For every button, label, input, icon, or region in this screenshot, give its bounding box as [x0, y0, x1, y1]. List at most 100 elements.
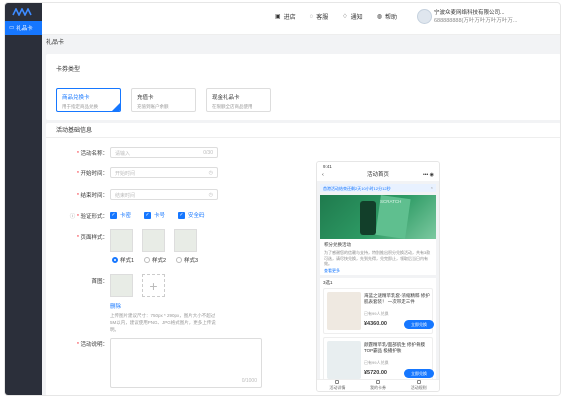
sidebar-item-label: 礼品卡 [16, 26, 33, 32]
nav-store[interactable]: ▣ 进店 [275, 12, 296, 21]
section-title: 3选1 [323, 280, 333, 285]
tab-my-cards: 我的卡券 [370, 380, 386, 391]
card-type-option-desc: 用于指定商品兑换 [62, 104, 98, 109]
style-radio-1[interactable]: 样式1 [112, 256, 134, 264]
activity-title: 活动基础信息 [56, 128, 93, 134]
phone-preview: 9:41 ‹ 活动首页 ••• ◉ 首港活动结束还剩2天10小时12分12秒 ×… [316, 161, 440, 392]
info-more: 查看更多 [324, 267, 340, 273]
verify-checkbox-security-code[interactable]: ✓ 安全码 [178, 211, 205, 219]
card-icon [375, 380, 380, 384]
check-icon: ✓ [178, 211, 185, 219]
phone-title: 活动首页 [366, 172, 389, 178]
style-radio-3[interactable]: 样式3 [176, 256, 198, 264]
verify-checkbox-card-secret[interactable]: ✓ 卡密 [110, 211, 131, 219]
account-info[interactable]: 宁波众麦网络科技有限公司... 688888888(万叶万叶万叶万叶万... [434, 9, 556, 25]
radio-icon [144, 257, 150, 263]
divider [46, 137, 560, 138]
selected-check-icon [112, 103, 120, 111]
banner-bottle [360, 201, 376, 235]
banner-text: SCRATCH [380, 199, 402, 204]
card-type-option-title: 商品兑换卡 [62, 95, 90, 101]
product-card: 海蓝之谜精萃乳套-浓缩精粹 修护肌表套装！ 一次带走三件 已有99人兑换 ¥43… [323, 288, 434, 334]
top-bar: ▣ 进店 ◌ 客服 ♢ 通知 ◍ 帮助 宁波众麦网络科技有限公司... 68888888… [42, 3, 560, 35]
tab-detail: 活动详情 [329, 380, 345, 391]
close-icon: × [430, 185, 433, 190]
phone-status-bar: 9:41 [317, 162, 439, 170]
field-label: * 结束时间： [76, 193, 108, 199]
card-type-panel: 卡券类型 商品兑换卡 用于指定商品兑换 充值卡 充值到账户余额 现金礼品卡 在限… [46, 54, 560, 120]
style-thumbnail[interactable] [142, 229, 165, 252]
phone-info: 积分兑换活动 为了感谢您的信赖与支持，特别推出积分兑换活动，共有3款可选，请尽快… [320, 239, 436, 275]
avatar[interactable] [417, 9, 432, 24]
product-name: 颜霆精萃乳/面部肌生 修护骨膜TOP霸品 极播护肤 [364, 342, 425, 353]
phone-nav-bar: ‹ 活动首页 ••• ◉ [317, 170, 439, 181]
check-icon: ✓ [110, 211, 117, 219]
sidebar-item-gift-card[interactable]: ▭ 礼品卡 [5, 21, 42, 35]
product-price: ¥4360.00 [364, 321, 387, 327]
style-thumbnail[interactable] [110, 229, 133, 252]
clock-icon: ◷ [208, 192, 213, 198]
bell-icon: ♢ [342, 14, 348, 20]
char-count: 0/30 [203, 150, 213, 156]
product-price: ¥5720.00 [364, 370, 387, 376]
card-type-option[interactable]: 商品兑换卡 用于指定商品兑换 [56, 88, 121, 112]
field-label: 首图： [91, 279, 108, 285]
help-circle-icon: ⓘ [69, 214, 77, 220]
product-name: 海蓝之谜精萃乳套-浓缩精粹 修护肌表套装！ 一次带走三件 [364, 293, 430, 304]
back-icon: ‹ [322, 172, 324, 178]
card-type-option[interactable]: 充值卡 充值到账户余额 [131, 88, 196, 112]
nav-notice[interactable]: ♢ 通知 [342, 12, 362, 21]
start-time-input[interactable]: 开始时间 ◷ [110, 167, 218, 178]
product-image [327, 341, 361, 379]
redeem-button: 立即兑换 [404, 369, 434, 378]
verify-checkbox-card-no[interactable]: ✓ 卡号 [144, 211, 165, 219]
company-sub: 688888888(万叶万叶万叶万叶万... [434, 18, 518, 24]
app-window: ▭ 礼品卡 ▣ 进店 ◌ 客服 ♢ 通知 ◍ 帮助 宁波众麦网络科技有限公司... 68… [4, 2, 561, 396]
phone-notice: 首港活动结束还剩2天10小时12分12秒 × [320, 184, 436, 192]
sidebar: ▭ 礼品卡 [5, 3, 42, 395]
rules-icon [416, 380, 421, 384]
delete-image-link[interactable]: 删除 [110, 302, 121, 310]
card-type-option[interactable]: 现金礼品卡 在限额全店商品使用 [206, 88, 271, 112]
card-type-option-desc: 在限额全店商品使用 [212, 104, 253, 109]
help-icon: ◍ [376, 14, 382, 20]
field-label: * 开始时间： [76, 171, 108, 177]
redeem-button: 立即兑换 [404, 320, 434, 329]
card-type-title: 卡券类型 [56, 67, 81, 73]
product-stock: 已有99人兑换 [364, 311, 389, 316]
chat-icon: ◌ [309, 13, 314, 20]
style-thumbnail[interactable] [174, 229, 197, 252]
activity-panel: 活动基础信息 * 活动名称： 请输入 0/30 * 开始时间： 开始时间 ◷ *… [46, 123, 560, 395]
activity-name-input[interactable]: 请输入 0/30 [110, 147, 218, 158]
field-label: ⓘ * 验证形式： [69, 214, 108, 220]
top-nav: ▣ 进店 ◌ 客服 ♢ 通知 ◍ 帮助 [275, 12, 397, 22]
gift-card-icon: ▭ [9, 25, 15, 31]
phone-tab-bar: 活动详情 我的卡券 活动规则 [317, 379, 439, 391]
activity-description-input[interactable]: 0/1000 [110, 338, 262, 388]
tab-rules: 活动规则 [411, 380, 427, 391]
clock-icon: ◷ [208, 170, 213, 176]
field-label: * 页面样式： [76, 235, 108, 241]
info-desc: 为了感谢您的信赖与支持，特别推出积分兑换活动，共有3款可选，请尽快兑换，先到先得… [324, 250, 431, 266]
breadcrumb: 礼品卡 [46, 40, 65, 46]
product-stock: 已有99人兑换 [364, 360, 389, 365]
check-icon: ✓ [144, 211, 151, 219]
brand-logo-icon [12, 8, 32, 16]
product-image [327, 292, 361, 330]
more-icon: ••• ◉ [422, 172, 434, 178]
nav-help[interactable]: ◍ 帮助 [377, 12, 397, 21]
phone-banner: SCRATCH [320, 195, 436, 239]
nav-service[interactable]: ◌ 客服 [309, 12, 329, 22]
store-icon: ▣ [275, 14, 281, 20]
company-name: 宁波众麦网络科技有限公司... [434, 10, 505, 16]
style-radio-2[interactable]: 样式2 [144, 256, 166, 264]
end-time-input[interactable]: 结束时间 ◷ [110, 189, 218, 200]
card-type-option-desc: 充值到账户余额 [137, 104, 169, 109]
product-card: 颜霆精萃乳/面部肌生 修护骨膜TOP霸品 极播护肤 已有99人兑换 ¥5720.… [323, 337, 434, 383]
card-type-option-title: 充值卡 [137, 95, 154, 101]
card-type-option-title: 现金礼品卡 [212, 95, 240, 101]
phone-product-section: 3选1 海蓝之谜精萃乳套-浓缩精粹 修护肌表套装！ 一次带走三件 已有99人兑换… [320, 278, 436, 387]
upload-button[interactable]: + [142, 274, 165, 297]
field-label: * 活动说明： [76, 342, 108, 348]
radio-icon [176, 257, 182, 263]
